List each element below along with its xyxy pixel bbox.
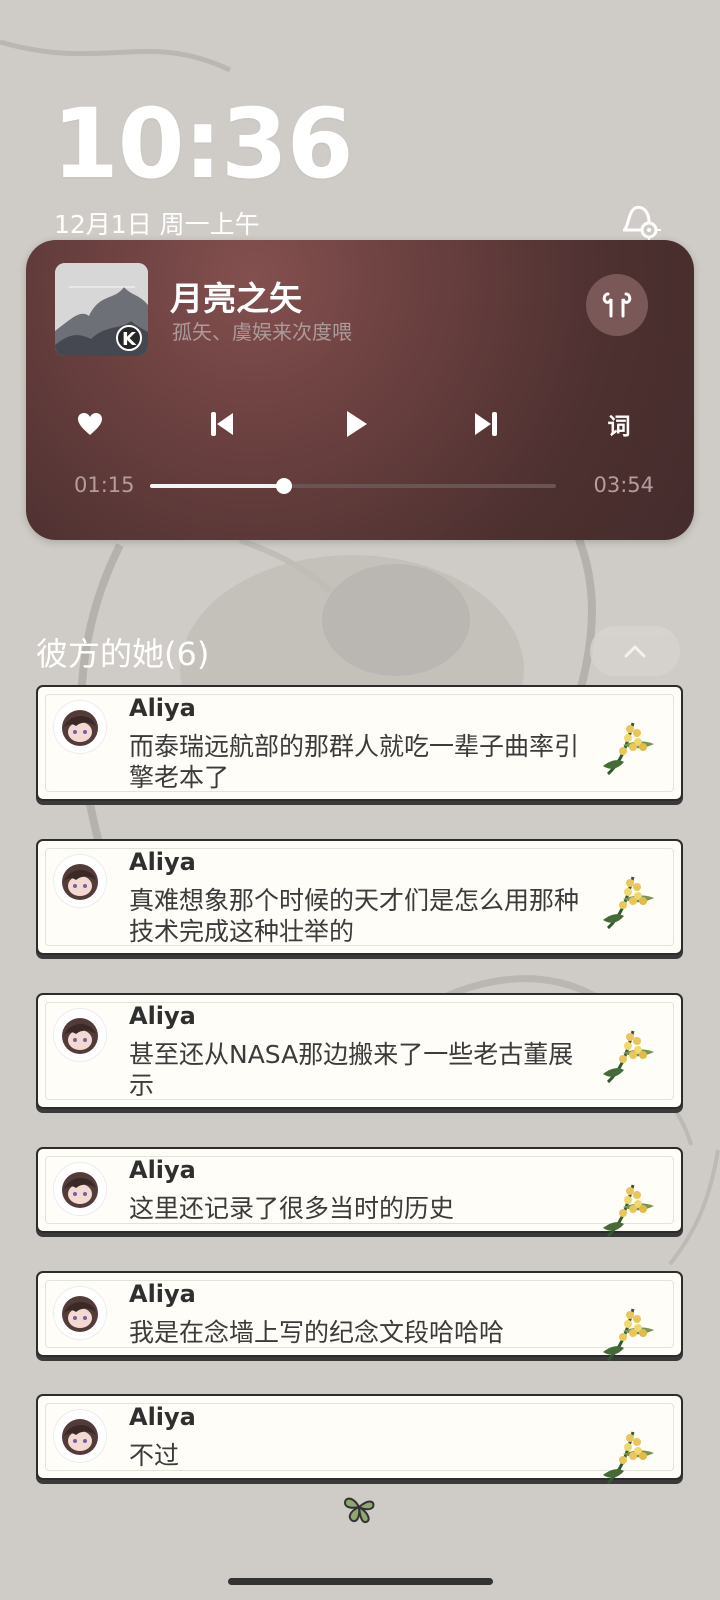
heart-icon <box>78 413 102 435</box>
chevron-up-icon <box>624 645 646 658</box>
lyrics-button[interactable]: 词 <box>595 400 643 448</box>
flower-decoration-icon <box>603 722 654 776</box>
playback-progress[interactable] <box>150 478 556 494</box>
home-indicator[interactable] <box>228 1578 493 1585</box>
notification-sender: Aliya <box>129 694 196 722</box>
song-title: 月亮之矢 <box>170 279 302 318</box>
avatar <box>54 1410 106 1462</box>
notification-card[interactable]: Aliya 这里还记录了很多当时的历史 <box>36 1147 683 1238</box>
flower-decoration-icon <box>603 1030 654 1084</box>
lockscreen-clock: 10:36 <box>52 88 354 200</box>
song-artist: 孤矢、虞娱来次度喂 <box>172 320 352 344</box>
notification-card[interactable]: Aliya 真难想象那个时候的天才们是怎么用那种技术完成这种壮举的 <box>36 839 683 955</box>
flower-decoration-icon <box>603 1431 654 1485</box>
flower-decoration-icon <box>603 1184 654 1238</box>
music-player-card[interactable]: K 月亮之矢 孤矢、虞娱来次度喂 词 01:15 03:54 <box>26 240 694 540</box>
notification-message: 不过 <box>129 1441 180 1470</box>
play-icon <box>347 411 367 437</box>
audio-output-button[interactable] <box>586 274 648 336</box>
notification-group-title: 彼方的她(6) <box>36 635 210 673</box>
track-duration: 03:54 <box>593 473 654 497</box>
notification-message: 真难想象那个时候的天才们是怎么用那种技术完成这种壮举的 <box>129 886 580 946</box>
avatar <box>54 855 106 907</box>
notification-sender: Aliya <box>129 1156 196 1184</box>
notification-sender: Aliya <box>129 1403 196 1431</box>
notification-message: 我是在念墙上写的纪念文段哈哈哈 <box>129 1318 505 1347</box>
previous-track-button[interactable] <box>198 400 246 448</box>
collapse-notifications-button[interactable] <box>590 626 680 676</box>
clover-icon <box>343 1497 375 1524</box>
notification-sender: Aliya <box>129 1280 196 1308</box>
like-button[interactable] <box>66 400 114 448</box>
notification-message: 这里还记录了很多当时的历史 <box>129 1194 455 1223</box>
album-cover[interactable]: K <box>55 263 148 356</box>
notification-card[interactable]: Aliya 而泰瑞远航部的那群人就吃一辈子曲率引擎老本了 <box>36 685 683 801</box>
notification-card[interactable]: Aliya 我是在念墙上写的纪念文段哈哈哈 <box>36 1271 683 1362</box>
alarm-settings-icon[interactable] <box>618 201 662 243</box>
next-track-button[interactable] <box>462 400 510 448</box>
avatar <box>54 701 106 753</box>
notification-message: 而泰瑞远航部的那群人就吃一辈子曲率引擎老本了 <box>129 732 580 792</box>
notification-message: 甚至还从NASA那边搬来了一些老古董展示 <box>129 1040 574 1100</box>
play-button[interactable] <box>332 400 380 448</box>
notification-card[interactable]: Aliya 不过 <box>36 1394 683 1485</box>
notification-sender: Aliya <box>129 1002 196 1030</box>
earbuds-icon <box>602 292 632 318</box>
next-track-icon <box>475 412 497 436</box>
avatar <box>54 1009 106 1061</box>
flower-decoration-icon <box>603 876 654 930</box>
flower-decoration-icon <box>603 1308 654 1362</box>
progress-thumb[interactable] <box>275 478 292 494</box>
lockscreen-date: 12月1日 周一上午 <box>54 210 260 239</box>
notification-card[interactable]: Aliya 甚至还从NASA那边搬来了一些老古董展示 <box>36 993 683 1109</box>
elapsed-time: 01:15 <box>74 473 135 497</box>
previous-track-icon <box>211 412 233 436</box>
notification-sender: Aliya <box>129 848 196 876</box>
avatar <box>54 1287 106 1339</box>
album-source-badge: K <box>116 325 142 351</box>
avatar <box>54 1163 106 1215</box>
progress-fill <box>150 484 284 488</box>
